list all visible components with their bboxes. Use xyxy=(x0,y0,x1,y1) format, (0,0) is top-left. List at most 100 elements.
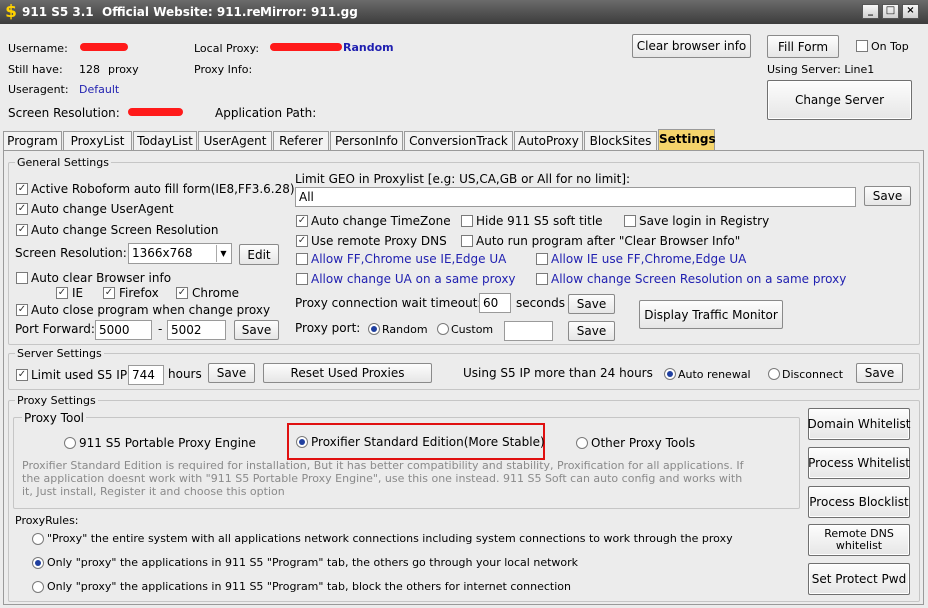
port-to-input[interactable]: 5002 xyxy=(167,320,226,340)
tab-blocksites[interactable]: BlockSites xyxy=(584,131,657,150)
screen-res-select-label: Screen Resolution: xyxy=(15,246,127,260)
display-traffic-monitor-button[interactable]: Display Traffic Monitor xyxy=(639,300,783,329)
timeout-save-button[interactable]: Save xyxy=(568,294,615,314)
port-random-radio[interactable] xyxy=(368,323,380,335)
remote-dns-label: Use remote Proxy DNS xyxy=(311,234,447,248)
allow-ff-chrome-checkbox[interactable] xyxy=(296,253,308,265)
port-custom-radio[interactable] xyxy=(437,323,449,335)
on-top-label: On Top xyxy=(871,40,909,53)
username-redacted xyxy=(80,43,128,51)
proxifier-label: Proxifier Standard Edition(More Stable) xyxy=(311,435,545,449)
tab-autoproxy[interactable]: AutoProxy xyxy=(514,131,583,150)
tab-conversiontrack[interactable]: ConversionTrack xyxy=(404,131,513,150)
auto-change-res-label: Auto change Screen Resolution xyxy=(31,223,219,237)
portable-engine-radio[interactable] xyxy=(64,437,76,449)
tab-settings[interactable]: Settings xyxy=(658,129,716,150)
disconnect-radio[interactable] xyxy=(768,368,780,380)
local-proxy-value[interactable]: Random xyxy=(343,41,394,54)
allow-ff-chrome-label: Allow FF,Chrome use IE,Edge UA xyxy=(311,252,507,266)
still-have-value: 128 xyxy=(79,63,100,76)
tab-proxylist[interactable]: ProxyList xyxy=(63,131,132,150)
rule-program-block-label: Only "proxy" the applications in 911 S5 … xyxy=(47,580,571,593)
close-icon[interactable]: × xyxy=(902,4,919,19)
geo-limit-input[interactable]: All xyxy=(295,187,856,207)
auto-timezone-checkbox[interactable]: ✓ xyxy=(296,215,308,227)
reset-used-proxies-button[interactable]: Reset Used Proxies xyxy=(263,363,432,383)
limit-hours-input[interactable]: 744 xyxy=(128,365,164,385)
port-dash: - xyxy=(158,322,163,336)
firefox-label: Firefox xyxy=(119,286,159,300)
proxifier-radio[interactable] xyxy=(296,436,308,448)
firefox-checkbox[interactable]: ✓ xyxy=(103,287,115,299)
clear-browser-info-button[interactable]: Clear browser info xyxy=(632,34,751,58)
auto-run-checkbox[interactable] xyxy=(461,235,473,247)
allow-ua-same-checkbox[interactable] xyxy=(296,273,308,285)
mirror-site: Mirror: 911.gg xyxy=(260,5,358,19)
tab-todaylist[interactable]: TodayList xyxy=(133,131,197,150)
username-label: Username: xyxy=(8,42,68,55)
auto-renewal-label: Auto renewal xyxy=(678,368,751,381)
tab-referer[interactable]: Referer xyxy=(273,131,329,150)
port-forward-label: Port Forward: xyxy=(15,322,95,336)
domain-whitelist-button[interactable]: Domain Whitelist xyxy=(808,408,910,440)
useragent-value[interactable]: Default xyxy=(79,83,119,96)
on-top-checkbox[interactable] xyxy=(856,40,868,52)
auto-renewal-radio[interactable] xyxy=(664,368,676,380)
auto-timezone-label: Auto change TimeZone xyxy=(311,214,451,228)
auto-change-res-checkbox[interactable]: ✓ xyxy=(16,224,28,236)
limit-used-checkbox[interactable]: ✓ xyxy=(16,369,28,381)
custom-port-input[interactable] xyxy=(504,321,553,341)
tab-useragent[interactable]: UserAgent xyxy=(198,131,272,150)
description-line-1: Proxifier Standard Edition is required f… xyxy=(22,459,744,472)
auto-clear-browser-checkbox[interactable] xyxy=(16,272,28,284)
rule-program-local-label: Only "proxy" the applications in 911 S5 … xyxy=(47,556,579,569)
rule-entire-system-label: "Proxy" the entire system with all appli… xyxy=(47,532,733,545)
timeout-input[interactable]: 60 xyxy=(479,293,511,313)
maximize-icon[interactable]: □ xyxy=(882,4,899,19)
chrome-checkbox[interactable]: ✓ xyxy=(176,287,188,299)
portable-engine-label: 911 S5 Portable Proxy Engine xyxy=(79,436,256,450)
edit-resolution-button[interactable]: Edit xyxy=(239,244,279,265)
auto-change-ua-checkbox[interactable]: ✓ xyxy=(16,203,28,215)
port-save-button[interactable]: Save xyxy=(234,320,279,340)
rule-program-block-radio[interactable] xyxy=(32,581,44,593)
renewal-save-button[interactable]: Save xyxy=(856,363,903,383)
allow-ie-label: Allow IE use FF,Chrome,Edge UA xyxy=(551,252,747,266)
ie-checkbox[interactable]: ✓ xyxy=(56,287,68,299)
auto-close-program-checkbox[interactable]: ✓ xyxy=(16,304,28,316)
limit-used-label: Limit used S5 IP xyxy=(31,368,128,382)
other-tools-radio[interactable] xyxy=(576,437,588,449)
proxy-port-label: Proxy port: xyxy=(295,321,361,335)
useragent-label: Useragent: xyxy=(8,83,69,96)
chevron-down-icon[interactable]: ▼ xyxy=(216,245,230,262)
remote-dns-line-2: whitelist xyxy=(835,539,883,552)
port-custom-label: Custom xyxy=(451,323,494,336)
change-server-button[interactable]: Change Server xyxy=(767,80,912,120)
limit-save-button[interactable]: Save xyxy=(208,363,255,383)
process-whitelist-button[interactable]: Process Whitelist xyxy=(808,447,910,479)
allow-ie-checkbox[interactable] xyxy=(536,253,548,265)
timeout-label: Proxy connection wait timeout: xyxy=(295,296,482,310)
remote-dns-whitelist-button[interactable]: Remote DNS whitelist xyxy=(808,524,910,556)
tab-personinfo[interactable]: PersonInfo xyxy=(330,131,403,150)
process-blocklist-button[interactable]: Process Blocklist xyxy=(808,486,910,518)
screen-resolution-select[interactable]: 1366x768 ▼ xyxy=(128,243,232,264)
save-login-checkbox[interactable] xyxy=(624,215,636,227)
title-bar: $ 911 S5 3.1 Official Website: 911.re Mi… xyxy=(0,0,928,24)
port-from-input[interactable]: 5000 xyxy=(95,320,152,340)
geo-save-button[interactable]: Save xyxy=(864,186,911,206)
minimize-icon[interactable]: _ xyxy=(862,4,879,19)
allow-res-same-checkbox[interactable] xyxy=(536,273,548,285)
rule-entire-system-radio[interactable] xyxy=(32,533,44,545)
tab-program[interactable]: Program xyxy=(3,131,62,150)
hide-title-checkbox[interactable] xyxy=(461,215,473,227)
port-type-save-button[interactable]: Save xyxy=(568,321,615,341)
remote-dns-checkbox[interactable]: ✓ xyxy=(296,235,308,247)
auto-close-program-label: Auto close program when change proxy xyxy=(31,303,271,317)
roboform-label: Active Roboform auto fill form(IE8,FF3.6… xyxy=(31,182,295,196)
rule-program-local-radio[interactable] xyxy=(32,557,44,569)
roboform-checkbox[interactable]: ✓ xyxy=(16,183,28,195)
set-protect-pwd-button[interactable]: Set Protect Pwd xyxy=(808,563,910,595)
general-settings-title: General Settings xyxy=(15,156,111,169)
fill-form-button[interactable]: Fill Form xyxy=(767,35,839,58)
